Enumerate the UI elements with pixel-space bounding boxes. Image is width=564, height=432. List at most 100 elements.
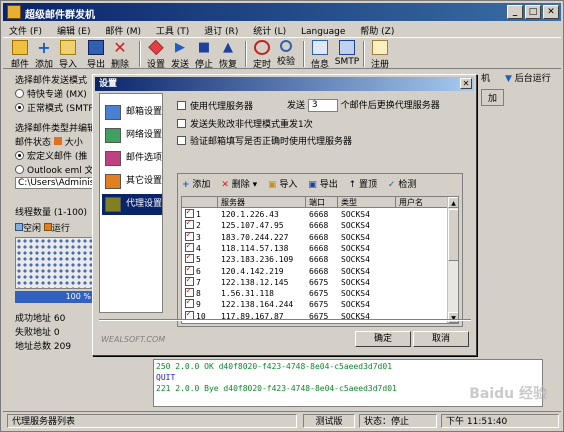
window-title: 超级邮件群发机 bbox=[25, 10, 95, 21]
cancel-button[interactable]: 取消 bbox=[413, 331, 469, 347]
stop-button[interactable]: ■ 停止 bbox=[193, 39, 215, 70]
row-type: SOCKS4 bbox=[341, 243, 370, 253]
nav-other-settings[interactable]: 其它设置 bbox=[102, 171, 162, 192]
delete-button[interactable]: ✕ 删除 bbox=[109, 38, 131, 71]
row-server: 125.107.47.95 bbox=[221, 221, 284, 231]
status-bar: 代理服务器列表 测试版 状态：停止 下午 11:51:40 bbox=[3, 411, 561, 429]
send-button[interactable]: ▶ 发送 bbox=[169, 39, 191, 70]
network-icon bbox=[339, 40, 355, 55]
row-server: 122.138.12.145 bbox=[221, 277, 289, 287]
resume-icon: ▲ bbox=[223, 40, 233, 55]
use-proxy-checkbox[interactable]: 使用代理服务器 bbox=[177, 99, 253, 112]
proxy-settings-panel: 使用代理服务器 发送 3 个邮件后更换代理服务器 发送失败改非代理模式重发1次 … bbox=[169, 93, 469, 327]
proxy-check-button[interactable]: ✓ 检测 bbox=[388, 177, 416, 190]
play-icon: ▶ bbox=[175, 40, 185, 55]
scroll-down-icon[interactable]: ▼ bbox=[448, 312, 458, 323]
status-state: 状态：停止 bbox=[359, 414, 437, 428]
proxy-export-button[interactable]: ▣ 导出 bbox=[308, 177, 337, 190]
row-port: 6668 bbox=[309, 210, 329, 219]
register-button[interactable]: 注册 bbox=[369, 39, 391, 70]
scroll-thumb[interactable] bbox=[448, 209, 458, 261]
table-scrollbar[interactable]: ▲ ▼ bbox=[447, 197, 458, 323]
info-button[interactable]: 信息 bbox=[309, 39, 331, 70]
maximize-button[interactable]: □ bbox=[525, 5, 541, 19]
dialog-close-button[interactable]: ✕ bbox=[460, 78, 472, 89]
mode-mx-radio[interactable]: 特快专递 (MX) bbox=[15, 87, 87, 100]
table-row[interactable]: 9122.138.164.2446675SOCKS4 bbox=[182, 297, 448, 310]
row-type: SOCKS4 bbox=[341, 277, 370, 287]
schedule-button[interactable]: 定时 bbox=[251, 39, 273, 70]
nav-proxy-settings[interactable]: 代理设置 bbox=[102, 194, 162, 215]
retry-checkbox[interactable]: 发送失败改非代理模式重发1次 bbox=[177, 117, 313, 130]
row-type: SOCKS4 bbox=[341, 300, 370, 310]
table-row[interactable]: 5123.183.236.1096668SOCKS4 bbox=[182, 252, 448, 265]
add-side-button[interactable]: 加 bbox=[481, 89, 505, 106]
row-port: 6668 bbox=[309, 243, 329, 253]
row-server: 123.183.236.109 bbox=[221, 255, 294, 265]
resume-button[interactable]: ▲ 恢复 bbox=[217, 39, 239, 70]
table-row[interactable]: 81.56.31.1186675SOCKS4 bbox=[182, 286, 448, 299]
export-button[interactable]: 导出 bbox=[85, 39, 107, 70]
minimize-button[interactable]: _ bbox=[507, 5, 523, 19]
other-settings-icon bbox=[105, 174, 121, 189]
table-header: 服务器 端口 类型 用户名 bbox=[182, 197, 448, 208]
add-button[interactable]: + 添加 bbox=[33, 38, 55, 71]
row-server: 120.4.142.219 bbox=[221, 266, 284, 276]
success-count: 成功地址 60 bbox=[15, 314, 66, 324]
row-port: 6675 bbox=[309, 277, 329, 287]
ok-button[interactable]: 确定 bbox=[355, 331, 411, 347]
outlook-radio[interactable]: Outlook eml 文 bbox=[15, 163, 94, 176]
delete-icon: ✕ bbox=[113, 38, 127, 57]
row-type: SOCKS4 bbox=[341, 221, 370, 231]
row-port: 6668 bbox=[309, 255, 329, 265]
mode-smtp-radio[interactable]: 正常模式 (SMTP) bbox=[15, 101, 97, 114]
smtp-button[interactable]: SMTP bbox=[333, 39, 361, 69]
verify-checkbox[interactable]: 验证邮箱填写是否正确时使用代理服务器 bbox=[177, 134, 352, 147]
proxy-add-button[interactable]: + 添加 bbox=[182, 177, 210, 190]
custom-mail-radio[interactable]: 宏定义邮件 (推 bbox=[15, 149, 87, 162]
left-panel: 选择邮件发送模式 特快专递 (MX) 正常模式 (SMTP) 选择邮件类型并编辑… bbox=[15, 69, 97, 369]
table-row[interactable]: 7122.138.12.1456675SOCKS4 bbox=[182, 275, 448, 288]
settings-button[interactable]: 设置 bbox=[145, 39, 167, 70]
menu-bar: 文件 (F) 编辑 (E) 邮件 (M) 工具 (T) 退订 (R) 统计 (L… bbox=[3, 22, 561, 37]
status-edition: 测试版 bbox=[303, 414, 355, 428]
table-row[interactable]: 4118.114.57.1386668SOCKS4 bbox=[182, 241, 448, 254]
table-row[interactable]: 2125.107.47.956668SOCKS4 bbox=[182, 218, 448, 231]
table-row[interactable]: 1120.1.226.436668SOCKS4 bbox=[182, 207, 448, 220]
mail-button[interactable]: 邮件 bbox=[9, 39, 31, 70]
row-server: 1.56.31.118 bbox=[221, 289, 274, 299]
plus-icon: + bbox=[37, 38, 51, 57]
proxy-icon bbox=[105, 197, 121, 212]
table-row[interactable]: 6120.4.142.2196668SOCKS4 bbox=[182, 264, 448, 277]
envelope-icon bbox=[12, 40, 28, 55]
brand-label: WEALSOFT.COM bbox=[101, 335, 166, 344]
proxy-toolbar: + 添加 ✕ 删除 ▾ ▣ 导入 ▣ 导出 ↑ 置顶 ✓ 检测 bbox=[182, 177, 424, 191]
proxy-delete-button[interactable]: ✕ 删除 ▾ bbox=[221, 177, 257, 190]
mail-options-icon bbox=[105, 151, 121, 166]
row-type: SOCKS4 bbox=[341, 255, 370, 265]
nav-network-settings[interactable]: 网络设置 bbox=[102, 125, 162, 146]
chevron-down-icon: ▼ bbox=[505, 74, 512, 84]
table-row[interactable]: 3183.70.244.2276668SOCKS4 bbox=[182, 230, 448, 243]
log-line: 250 2.0.0 OK d40f8020-f423-4748-8e04-c5a… bbox=[156, 362, 393, 371]
background-run-button[interactable]: ▼ 后台运行 bbox=[505, 71, 551, 84]
import-button[interactable]: 导入 bbox=[57, 39, 79, 70]
col-port[interactable]: 端口 bbox=[306, 197, 338, 208]
proxy-import-button[interactable]: ▣ 导入 bbox=[268, 177, 297, 190]
verify-button[interactable]: 校验 bbox=[275, 39, 297, 69]
nav-mailbox-settings[interactable]: 邮箱设置 bbox=[102, 102, 162, 123]
col-type[interactable]: 类型 bbox=[338, 197, 396, 208]
close-button[interactable]: ✕ bbox=[543, 5, 559, 19]
network-icon bbox=[105, 128, 121, 143]
clock-icon bbox=[254, 40, 270, 55]
register-icon bbox=[372, 40, 388, 55]
col-server[interactable]: 服务器 bbox=[218, 197, 306, 208]
rotate-count-input[interactable]: 3 bbox=[307, 99, 338, 112]
proxy-top-button[interactable]: ↑ 置顶 bbox=[349, 177, 377, 190]
col-username[interactable]: 用户名 bbox=[396, 197, 448, 208]
scroll-up-icon[interactable]: ▲ bbox=[448, 197, 458, 208]
nav-mail-options[interactable]: 邮件选项 bbox=[102, 148, 162, 169]
path-input[interactable]: C:\Users\Adminis bbox=[15, 177, 94, 189]
row-server: 120.1.226.43 bbox=[221, 210, 279, 219]
type-title: 选择邮件类型并编辑 bbox=[15, 124, 97, 134]
